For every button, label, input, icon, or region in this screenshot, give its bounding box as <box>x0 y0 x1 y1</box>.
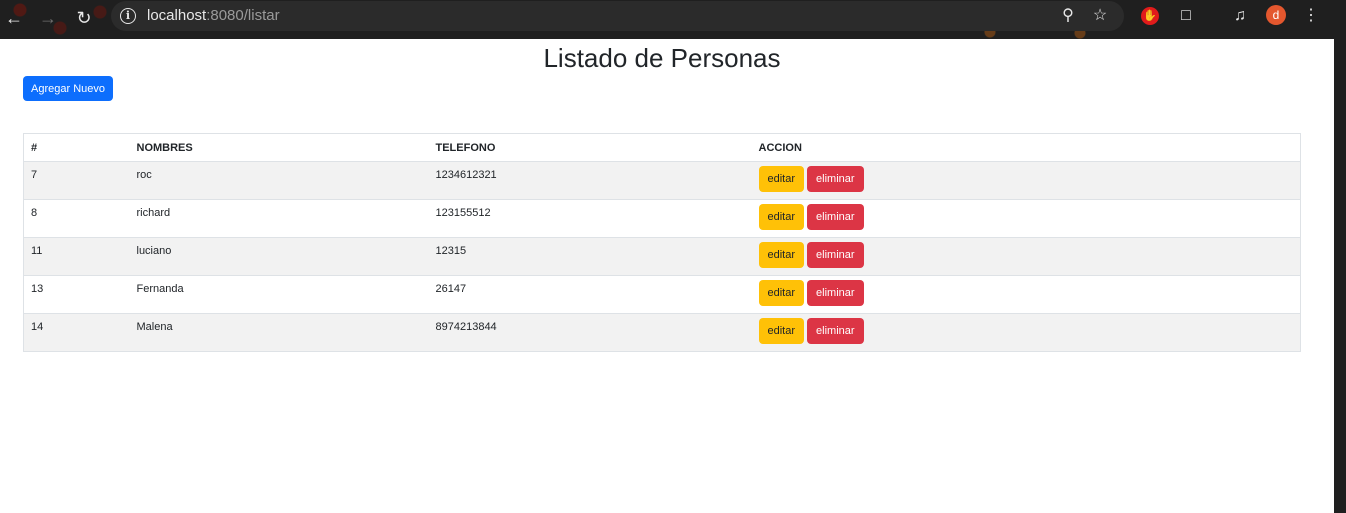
header-id: # <box>23 133 130 162</box>
zoom-icon[interactable]: ⚲ <box>1057 5 1079 27</box>
forward-arrow-icon[interactable]: → <box>36 6 60 30</box>
header-accion: ACCION <box>751 133 1301 162</box>
reload-icon[interactable]: ↻ <box>72 6 96 30</box>
cell-phone: 8974213844 <box>428 313 752 352</box>
cell-name: Fernanda <box>129 275 429 314</box>
edit-button[interactable]: editar <box>758 204 805 230</box>
delete-button[interactable]: eliminar <box>807 318 864 344</box>
url-text[interactable]: localhost:8080/listar <box>147 7 280 24</box>
cell-actions: editar eliminar <box>751 199 1301 238</box>
cell-actions: editar eliminar <box>751 161 1301 200</box>
cell-id: 14 <box>23 313 130 352</box>
delete-button[interactable]: eliminar <box>807 280 864 306</box>
table-row: 14 Malena 8974213844 editar eliminar <box>23 313 1301 352</box>
bookmark-star-icon[interactable]: ☆ <box>1089 5 1111 27</box>
edit-button[interactable]: editar <box>758 166 805 192</box>
table-row: 11 luciano 12315 editar eliminar <box>23 237 1301 276</box>
table-row: 8 richard 123155512 editar eliminar <box>23 199 1301 238</box>
edit-button[interactable]: editar <box>758 242 805 268</box>
delete-button[interactable]: eliminar <box>807 166 864 192</box>
cell-actions: editar eliminar <box>751 275 1301 314</box>
site-info-icon[interactable]: i <box>120 8 136 24</box>
cell-phone: 26147 <box>428 275 752 314</box>
delete-button[interactable]: eliminar <box>807 242 864 268</box>
cell-id: 8 <box>23 199 130 238</box>
edit-button[interactable]: editar <box>758 318 805 344</box>
browser-toolbar: ← → ↻ i localhost:8080/listar ⚲ ☆ ✋ □ ♫ … <box>0 0 1346 39</box>
back-arrow-icon[interactable]: ← <box>2 6 26 30</box>
window-edge <box>1334 39 1346 513</box>
cell-phone: 1234612321 <box>428 161 752 200</box>
cell-name: Malena <box>129 313 429 352</box>
url-path: :8080/listar <box>206 7 280 24</box>
edit-button[interactable]: editar <box>758 280 805 306</box>
header-nombres: NOMBRES <box>129 133 429 162</box>
cell-name: roc <box>129 161 429 200</box>
url-host: localhost <box>147 7 207 24</box>
cell-id: 13 <box>23 275 130 314</box>
persons-table: # NOMBRES TELEFONO ACCION 7 roc 12346123… <box>23 133 1301 352</box>
table-header-row: # NOMBRES TELEFONO ACCION <box>23 133 1301 162</box>
cell-id: 11 <box>23 237 130 276</box>
extension-hand-icon[interactable]: ✋ <box>1141 7 1159 25</box>
cell-actions: editar eliminar <box>751 313 1301 352</box>
table-row: 7 roc 1234612321 editar eliminar <box>23 161 1301 200</box>
page-title: Listado de Personas <box>543 43 781 73</box>
address-bar[interactable]: i localhost:8080/listar ⚲ ☆ <box>111 1 1124 31</box>
header-telefono: TELEFONO <box>428 133 752 162</box>
cell-phone: 12315 <box>428 237 752 276</box>
media-queue-icon[interactable]: ♫ <box>1229 5 1251 27</box>
page-content: Listado de Personas Agregar Nuevo # NOMB… <box>0 39 1334 513</box>
more-menu-icon[interactable]: ⋮ <box>1300 5 1322 27</box>
extensions-puzzle-icon[interactable]: □ <box>1175 5 1197 27</box>
add-new-button[interactable]: Agregar Nuevo <box>23 76 113 101</box>
profile-avatar[interactable]: d <box>1266 5 1286 25</box>
cell-actions: editar eliminar <box>751 237 1301 276</box>
cell-phone: 123155512 <box>428 199 752 238</box>
delete-button[interactable]: eliminar <box>807 204 864 230</box>
table-row: 13 Fernanda 26147 editar eliminar <box>23 275 1301 314</box>
cell-id: 7 <box>23 161 130 200</box>
cell-name: richard <box>129 199 429 238</box>
cell-name: luciano <box>129 237 429 276</box>
